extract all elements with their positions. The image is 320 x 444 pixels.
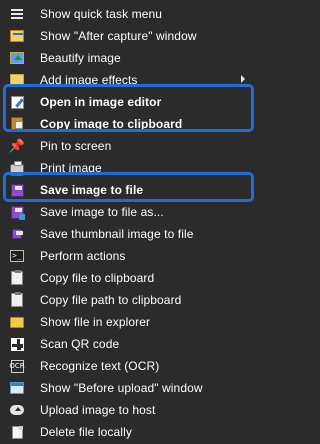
save-icon: [9, 182, 25, 198]
menu-item-label: Perform actions: [40, 249, 126, 263]
folder-icon: [9, 314, 25, 330]
after-capture-window-icon: [9, 28, 25, 44]
menu-item-label: Upload image to host: [40, 403, 156, 417]
menu-item-label: Open in image editor: [40, 95, 162, 109]
pin-icon: 📌: [8, 138, 26, 153]
menu-item-label: Copy image to clipboard: [40, 117, 183, 131]
menu-item-save-image-to-file[interactable]: Save image to file: [0, 179, 257, 201]
menu-item-label: Add image effects: [40, 73, 138, 87]
menu-item-delete-file-locally[interactable]: Delete file locally: [0, 421, 257, 443]
beautify-image-icon: [9, 50, 25, 66]
menu-item-show-after-capture-window[interactable]: Show "After capture" window: [0, 25, 257, 47]
menu-item-label: Copy file to clipboard: [40, 271, 155, 285]
menu-item-label: Show quick task menu: [40, 7, 163, 21]
qr-code-icon: [9, 336, 25, 352]
before-upload-window-icon: [9, 380, 25, 396]
menu-item-copy-file-path-to-clipboard[interactable]: Copy file path to clipboard: [0, 289, 257, 311]
menu-item-label: Beautify image: [40, 51, 121, 65]
clipboard-path-icon: [9, 292, 25, 308]
image-effects-icon: [9, 72, 25, 88]
menu-item-label: Recognize text (OCR): [40, 359, 160, 373]
menu-item-show-file-in-explorer[interactable]: Show file in explorer: [0, 311, 257, 333]
context-menu: Show quick task menu Show "After capture…: [0, 0, 257, 444]
menu-item-label: Show "After capture" window: [40, 29, 197, 43]
menu-item-label: Show file in explorer: [40, 315, 151, 329]
menu-item-label: Show "Before upload" window: [40, 381, 203, 395]
menu-item-upload-image-to-host[interactable]: Upload image to host: [0, 399, 257, 421]
menu-item-label: Save image to file: [40, 183, 144, 197]
menu-item-copy-image-to-clipboard[interactable]: Copy image to clipboard: [0, 113, 257, 135]
save-as-icon: [9, 204, 25, 220]
menu-item-label: Print image: [40, 161, 102, 175]
menu-item-perform-actions[interactable]: Perform actions: [0, 245, 257, 267]
menu-item-scan-qr-code[interactable]: Scan QR code: [0, 333, 257, 355]
menu-item-label: Save image to file as...: [40, 205, 164, 219]
upload-icon: [9, 402, 25, 418]
menu-item-label: Scan QR code: [40, 337, 120, 351]
menu-item-label: Delete file locally: [40, 425, 132, 439]
menu-item-save-image-to-file-as[interactable]: Save image to file as...: [0, 201, 257, 223]
clipboard-icon: [9, 270, 25, 286]
menu-item-save-thumbnail-image-to-file[interactable]: Save thumbnail image to file: [0, 223, 257, 245]
menu-item-label: Copy file path to clipboard: [40, 293, 182, 307]
quick-task-menu-icon: [9, 6, 25, 22]
menu-item-add-image-effects[interactable]: Add image effects: [0, 69, 257, 91]
menu-item-open-in-image-editor[interactable]: Open in image editor: [0, 91, 257, 113]
actions-icon: [9, 248, 25, 264]
copy-clipboard-icon: [9, 116, 25, 132]
menu-item-beautify-image[interactable]: Beautify image: [0, 47, 257, 69]
ocr-icon: OCR: [9, 358, 25, 374]
save-thumbnail-icon: [9, 226, 25, 242]
menu-item-print-image[interactable]: Print image: [0, 157, 257, 179]
menu-item-pin-to-screen[interactable]: 📌 Pin to screen: [0, 135, 257, 157]
delete-file-icon: [9, 424, 25, 440]
menu-item-label: Save thumbnail image to file: [40, 227, 194, 241]
submenu-arrow-icon: [241, 75, 245, 83]
menu-item-label: Pin to screen: [40, 139, 112, 153]
menu-item-recognize-text-ocr[interactable]: OCR Recognize text (OCR): [0, 355, 257, 377]
menu-item-show-before-upload-window[interactable]: Show "Before upload" window: [0, 377, 257, 399]
print-icon: [9, 160, 25, 176]
menu-item-copy-file-to-clipboard[interactable]: Copy file to clipboard: [0, 267, 257, 289]
image-editor-icon: [9, 94, 25, 110]
menu-item-show-quick-task-menu[interactable]: Show quick task menu: [0, 3, 257, 25]
